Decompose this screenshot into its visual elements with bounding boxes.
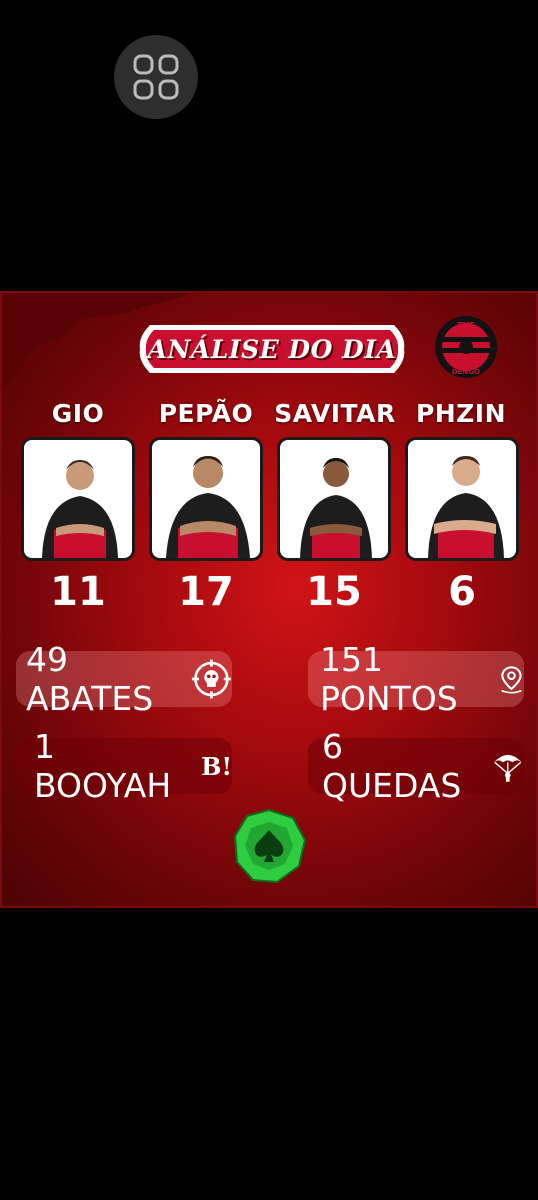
booyah-icon: B!	[201, 751, 232, 781]
player-score-1: 11	[50, 569, 106, 615]
booyah-stat: 1 BOOYAH B!	[16, 727, 232, 805]
player-score-2: 17	[178, 569, 234, 615]
player-photo-4	[408, 440, 516, 558]
player-name-1: GIO	[51, 399, 105, 428]
player-name-4: PHZIN	[415, 399, 507, 428]
map-pin-icon	[501, 666, 522, 694]
points-stat: 151 PONTOS	[308, 640, 524, 718]
poster-title: ANÁLISE DO DIA	[147, 334, 397, 364]
skull-target-icon	[192, 659, 232, 699]
logo-text-bottom: DENGO	[452, 368, 480, 376]
player-name-3: SAVITAR	[274, 399, 396, 428]
booyah-label: 1 BOOYAH	[34, 727, 172, 805]
drops-stat: 6 QUEDAS	[308, 727, 524, 805]
kills-stat: 49 ABATES	[16, 640, 232, 718]
team-logo: THE DENGO	[435, 316, 497, 378]
app-grid-button[interactable]	[114, 35, 198, 119]
analysis-poster[interactable]: ANÁLISE DO DIA THE DENGO GIO PEPÃO SAVIT…	[0, 291, 538, 908]
spade-gem-icon	[233, 808, 307, 884]
points-label: 151 PONTOS	[320, 640, 458, 718]
player-name-2: PEPÃO	[158, 399, 254, 428]
drops-label: 6 QUEDAS	[322, 727, 462, 805]
kills-label: 49 ABATES	[26, 640, 154, 718]
logo-text-top: THE	[457, 321, 475, 330]
player-score-4: 6	[448, 569, 476, 615]
player-score-3: 15	[306, 569, 362, 615]
grid-icon	[133, 54, 179, 100]
parachute-icon	[494, 754, 523, 782]
player-photo-2	[152, 440, 260, 558]
player-photo-1	[24, 440, 132, 558]
player-photo-3	[280, 440, 388, 558]
